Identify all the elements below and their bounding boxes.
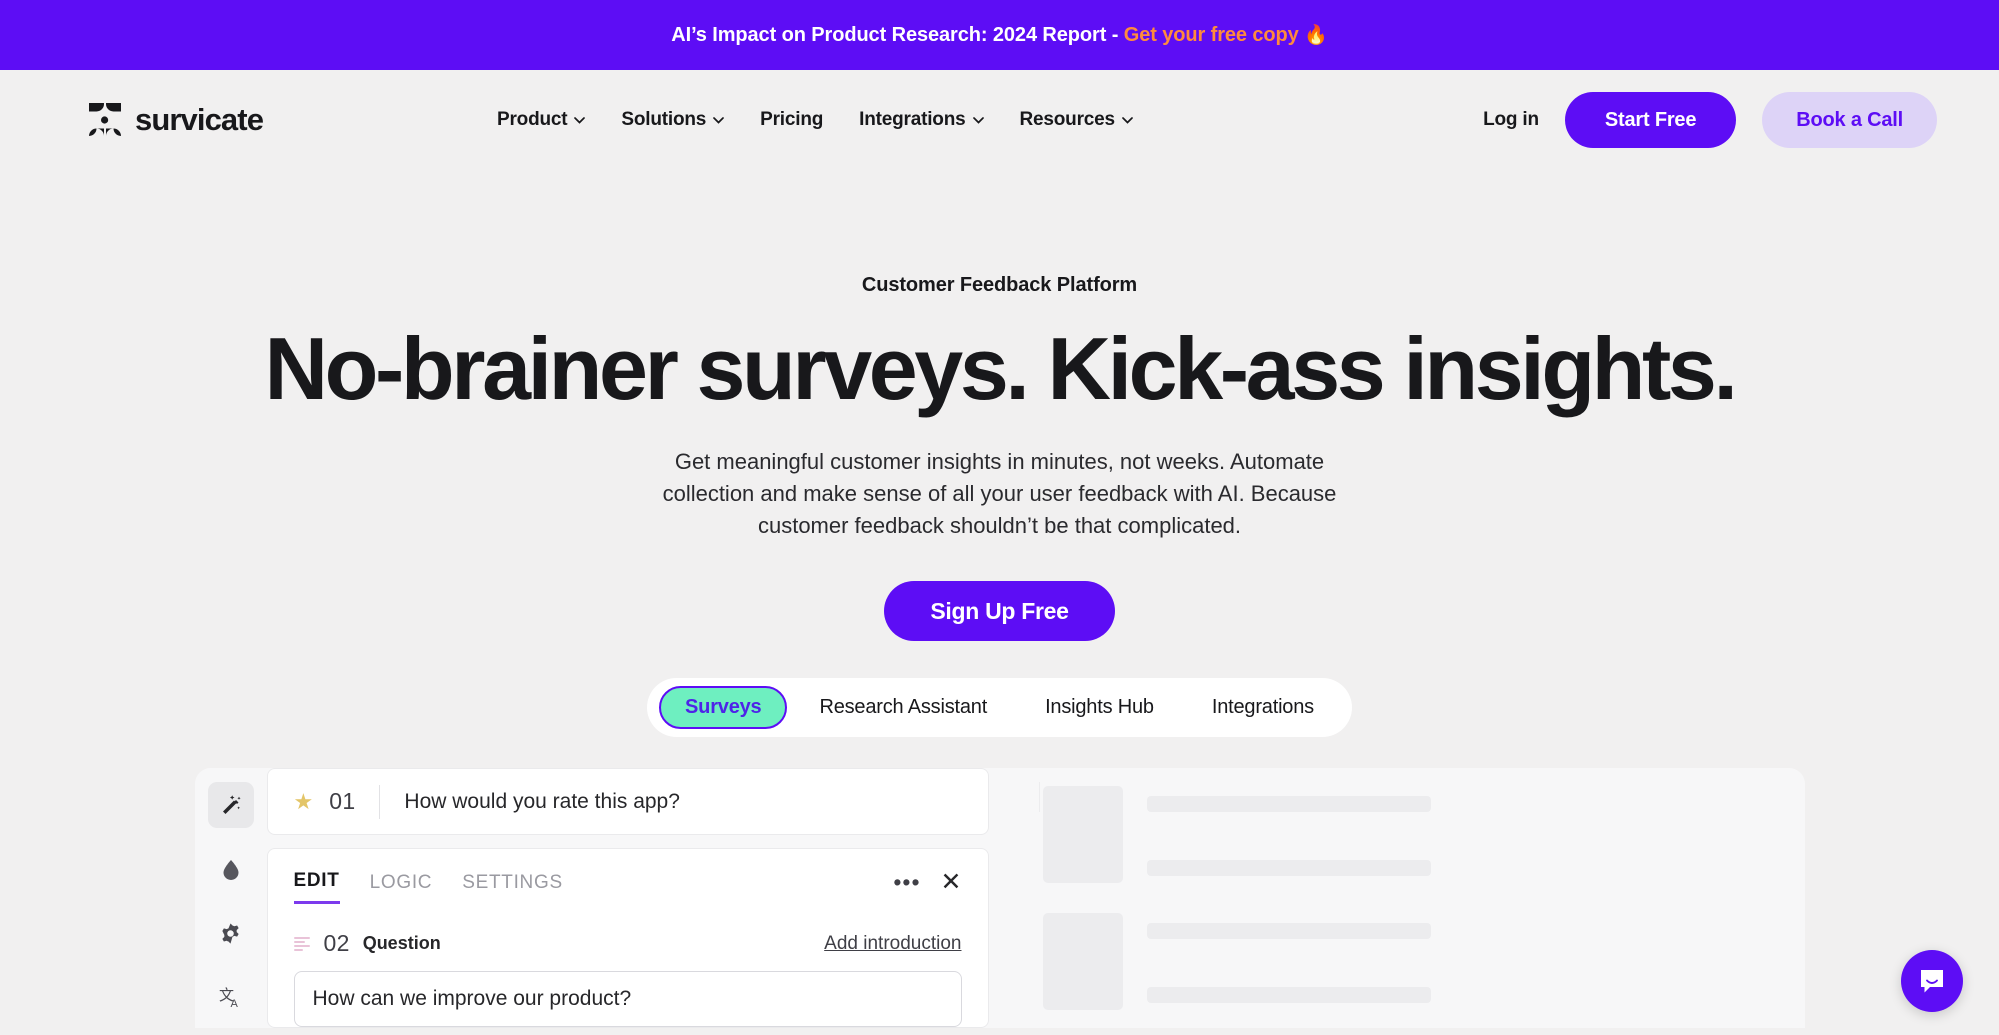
intercom-chat-button[interactable] <box>1901 950 1963 1012</box>
feature-tabs: Surveys Research Assistant Insights Hub … <box>647 678 1352 738</box>
question-2-number: 02 <box>323 930 350 957</box>
announcement-banner[interactable]: AI’s Impact on Product Research: 2024 Re… <box>0 0 1999 70</box>
question-card-1[interactable]: ★ 01 How would you rate this app? <box>266 768 989 836</box>
hero-section: Customer Feedback Platform No-brainer su… <box>0 170 1999 738</box>
skeleton-divider <box>1038 782 1040 813</box>
product-sidebar: 文 A <box>194 768 267 1029</box>
tab-surveys[interactable]: Surveys <box>659 686 788 730</box>
nav-item-product[interactable]: Product <box>497 109 586 131</box>
question-2-label: Question <box>362 933 441 954</box>
skeleton-lines <box>1146 786 1431 883</box>
question-1-text: How would you rate this app? <box>404 789 680 813</box>
droplet-icon[interactable] <box>208 846 254 892</box>
logo-text: survicate <box>135 102 264 137</box>
skeleton-bar <box>1146 923 1431 940</box>
hero-subheading: Get meaningful customer insights in minu… <box>662 449 1337 539</box>
logo-link[interactable]: survicate <box>88 102 264 138</box>
list-lines-icon <box>293 936 310 951</box>
question-2-input[interactable]: How can we improve our product? <box>293 971 962 1028</box>
droplet-glyph <box>223 860 238 881</box>
close-icon[interactable]: ✕ <box>941 870 962 895</box>
editor-tab-bar: EDIT LOGIC SETTINGS ••• ✕ <box>293 870 962 905</box>
nav-item-solutions[interactable]: Solutions <box>621 109 724 131</box>
product-preview: 文 A ★ 01 How would you rate this app? ED… <box>194 768 1805 1029</box>
skeleton-bar <box>1146 796 1431 813</box>
product-editor: ★ 01 How would you rate this app? EDIT L… <box>266 768 989 1029</box>
svg-text:A: A <box>230 998 238 1009</box>
magic-wand-glyph <box>222 795 241 815</box>
chevron-down-icon <box>713 116 724 124</box>
editor-actions: ••• ✕ <box>893 870 961 904</box>
translate-glyph: 文 A <box>219 986 239 1009</box>
page-title: No-brainer surveys. Kick-ass insights. <box>264 319 1737 418</box>
skeleton-row <box>1042 786 1805 884</box>
nav-item-integrations[interactable]: Integrations <box>859 109 984 131</box>
chevron-down-icon <box>574 116 586 124</box>
gear-icon[interactable] <box>208 910 254 956</box>
star-icon: ★ <box>293 788 314 814</box>
nav-item-resources-label: Resources <box>1019 109 1116 130</box>
skeleton-bar <box>1146 860 1431 877</box>
hero-eyebrow: Customer Feedback Platform <box>861 274 1138 296</box>
chevron-down-icon <box>972 116 984 124</box>
announcement-label: AI’s Impact on Product Research: 2024 Re… <box>671 24 1124 46</box>
translate-icon[interactable]: 文 A <box>208 974 254 1020</box>
question-1-number: 01 <box>329 788 356 815</box>
magic-wand-icon[interactable] <box>207 782 254 829</box>
question-2-header: 02 Question Add introduction <box>293 930 962 957</box>
main-navbar: survicate Product Solutions Pricing Inte… <box>0 70 1999 170</box>
nav-item-pricing-label: Pricing <box>760 109 824 130</box>
login-link[interactable]: Log in <box>1483 109 1539 131</box>
tab-logic[interactable]: LOGIC <box>370 872 433 903</box>
add-introduction-link[interactable]: Add introduction <box>824 933 961 955</box>
nav-item-product-label: Product <box>497 109 568 130</box>
question-editor-panel: EDIT LOGIC SETTINGS ••• ✕ 02 Question Ad… <box>266 848 989 1029</box>
tab-research-assistant[interactable]: Research Assistant <box>793 686 1013 729</box>
survicate-pinwheel-icon <box>89 103 121 136</box>
product-skeleton-panel <box>989 768 1805 1028</box>
start-free-button[interactable]: Start Free <box>1564 92 1737 148</box>
announcement-text: AI’s Impact on Product Research: 2024 Re… <box>671 23 1328 47</box>
announcement-cta-link[interactable]: Get your free copy <box>1124 24 1299 46</box>
nav-item-solutions-label: Solutions <box>621 109 707 130</box>
fire-emoji-icon: 🔥 <box>1304 25 1328 46</box>
book-a-call-button[interactable]: Book a Call <box>1762 92 1937 148</box>
tab-edit[interactable]: EDIT <box>293 870 340 905</box>
nav-menu: Product Solutions Pricing Integrations R… <box>497 109 1133 131</box>
gear-glyph <box>222 923 239 944</box>
nav-item-pricing[interactable]: Pricing <box>760 109 823 131</box>
nav-actions: Log in Start Free Book a Call <box>1483 92 1937 148</box>
tab-insights-hub[interactable]: Insights Hub <box>1019 686 1180 729</box>
nav-item-integrations-label: Integrations <box>859 109 966 130</box>
intercom-chat-icon <box>1921 970 1943 993</box>
sign-up-free-button[interactable]: Sign Up Free <box>884 581 1115 642</box>
tab-settings[interactable]: SETTINGS <box>462 872 563 903</box>
skeleton-thumbnail <box>1042 913 1123 1011</box>
chevron-down-icon <box>1122 116 1133 124</box>
skeleton-row <box>1042 913 1805 1011</box>
skeleton-lines <box>1146 913 1431 1010</box>
more-options-icon[interactable]: ••• <box>893 871 920 894</box>
skeleton-thumbnail <box>1042 786 1123 884</box>
divider <box>379 784 381 819</box>
skeleton-bar <box>1146 987 1431 1004</box>
tab-integrations[interactable]: Integrations <box>1186 686 1340 729</box>
nav-item-resources[interactable]: Resources <box>1020 109 1133 131</box>
